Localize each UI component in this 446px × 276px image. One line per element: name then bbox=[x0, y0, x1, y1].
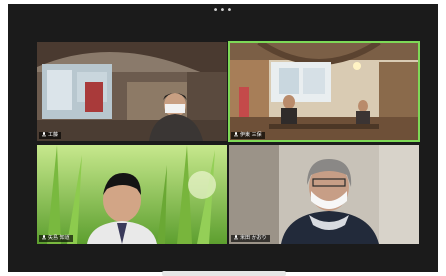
video-feed bbox=[229, 145, 419, 244]
video-feed bbox=[229, 42, 419, 141]
mic-icon bbox=[234, 235, 238, 240]
video-tile-2[interactable]: 伊東 三保 bbox=[228, 41, 420, 142]
mic-icon bbox=[42, 235, 46, 240]
mic-icon bbox=[234, 132, 238, 137]
video-tile-3[interactable]: 矢島 知道 bbox=[37, 145, 227, 244]
participant-name-tag: 米田 かおり bbox=[231, 235, 270, 242]
video-feed bbox=[37, 145, 227, 244]
video-tile-4[interactable]: 米田 かおり bbox=[229, 145, 419, 244]
more-dots-icon[interactable]: ••• bbox=[8, 6, 438, 16]
mic-icon bbox=[42, 132, 46, 137]
video-tile-1[interactable]: 工藤 bbox=[37, 42, 227, 141]
participant-name-tag: 工藤 bbox=[39, 132, 62, 139]
toolbar-handle[interactable] bbox=[162, 271, 286, 276]
video-feed bbox=[37, 42, 227, 141]
participant-name-tag: 伊東 三保 bbox=[231, 132, 265, 139]
participant-name-tag: 矢島 知道 bbox=[39, 235, 73, 242]
meeting-window: ••• 工藤 伊東 三保 矢島 知道 米田 かおり bbox=[8, 4, 438, 272]
